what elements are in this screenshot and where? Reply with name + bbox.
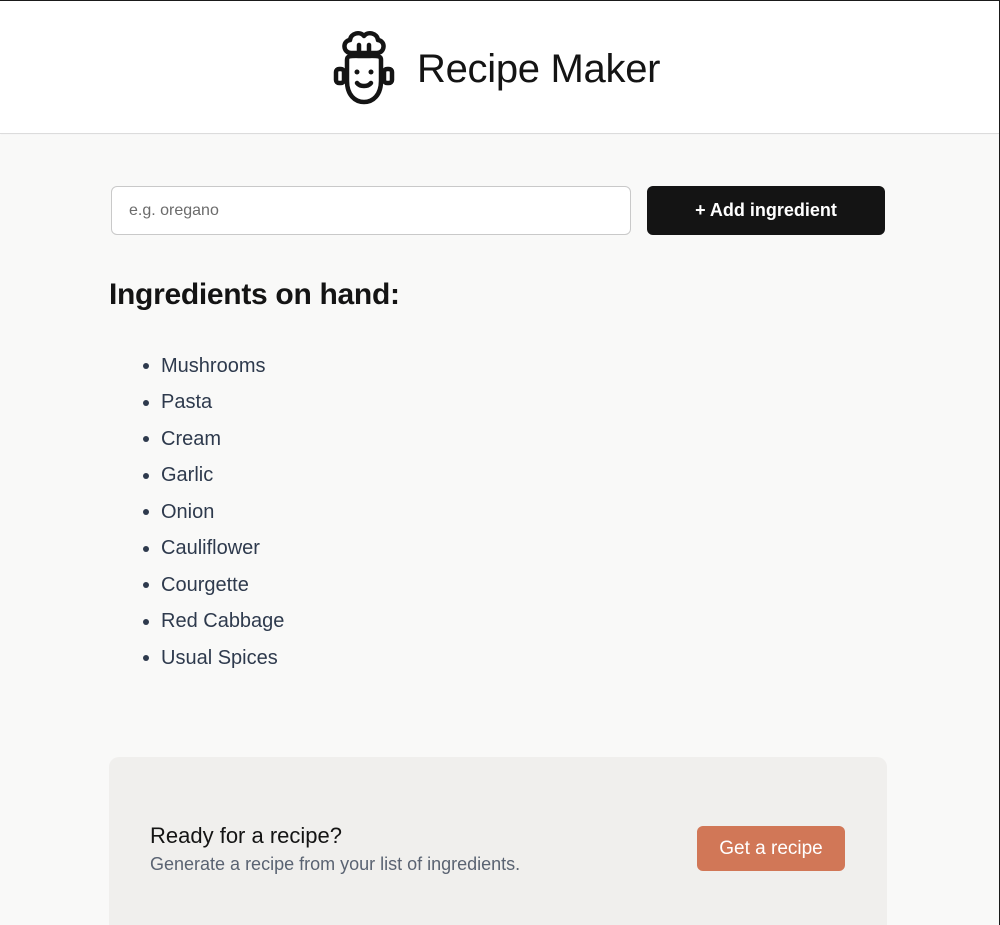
bullet-icon: [143, 545, 149, 552]
ingredient-input[interactable]: [111, 186, 631, 235]
bullet-icon: [143, 472, 149, 479]
get-recipe-panel: Ready for a recipe? Generate a recipe fr…: [109, 757, 887, 925]
bullet-icon: [143, 618, 149, 625]
ingredients-heading: Ingredients on hand:: [109, 278, 400, 311]
main-content: + Add ingredient Ingredients on hand: Mu…: [0, 135, 999, 925]
list-item: Mushrooms: [143, 348, 284, 385]
ingredient-label: Courgette: [161, 573, 249, 596]
cta-subtitle: Generate a recipe from your list of ingr…: [150, 854, 521, 874]
list-item: Red Cabbage: [143, 604, 284, 641]
ingredient-label: Mushrooms: [161, 354, 266, 377]
add-ingredient-button[interactable]: + Add ingredient: [647, 186, 885, 235]
ingredient-label: Cream: [161, 427, 222, 450]
list-item: Onion: [143, 494, 284, 531]
list-item: Cream: [143, 421, 284, 458]
cta-title: Ready for a recipe?: [150, 823, 342, 848]
list-item: Pasta: [143, 385, 284, 422]
ingredient-label: Pasta: [161, 391, 213, 414]
bullet-icon: [143, 509, 149, 516]
ingredient-label: Onion: [161, 500, 215, 523]
bullet-icon: [143, 399, 149, 406]
ingredient-label: Red Cabbage: [161, 610, 285, 633]
app-title: Recipe Maker: [417, 47, 661, 91]
list-item: Garlic: [143, 458, 284, 495]
ingredient-label: Usual Spices: [161, 646, 278, 669]
bullet-icon: [143, 655, 149, 662]
ingredient-label: Garlic: [161, 464, 214, 487]
app-window: Recipe Maker + Add ingredient Ingredient…: [0, 0, 1000, 925]
list-item: Usual Spices: [143, 640, 284, 677]
list-item: Cauliflower: [143, 531, 284, 568]
get-recipe-button[interactable]: Get a recipe: [697, 826, 845, 871]
bullet-icon: [143, 436, 149, 443]
chef-robot-icon: [333, 30, 395, 105]
ingredients-list: Mushrooms Pasta Cream Garlic Onion Cauli…: [143, 348, 284, 677]
bullet-icon: [143, 363, 149, 370]
ingredient-label: Cauliflower: [161, 537, 260, 560]
list-item: Courgette: [143, 567, 284, 604]
bullet-icon: [143, 582, 149, 589]
app-header: Recipe Maker: [0, 1, 999, 134]
